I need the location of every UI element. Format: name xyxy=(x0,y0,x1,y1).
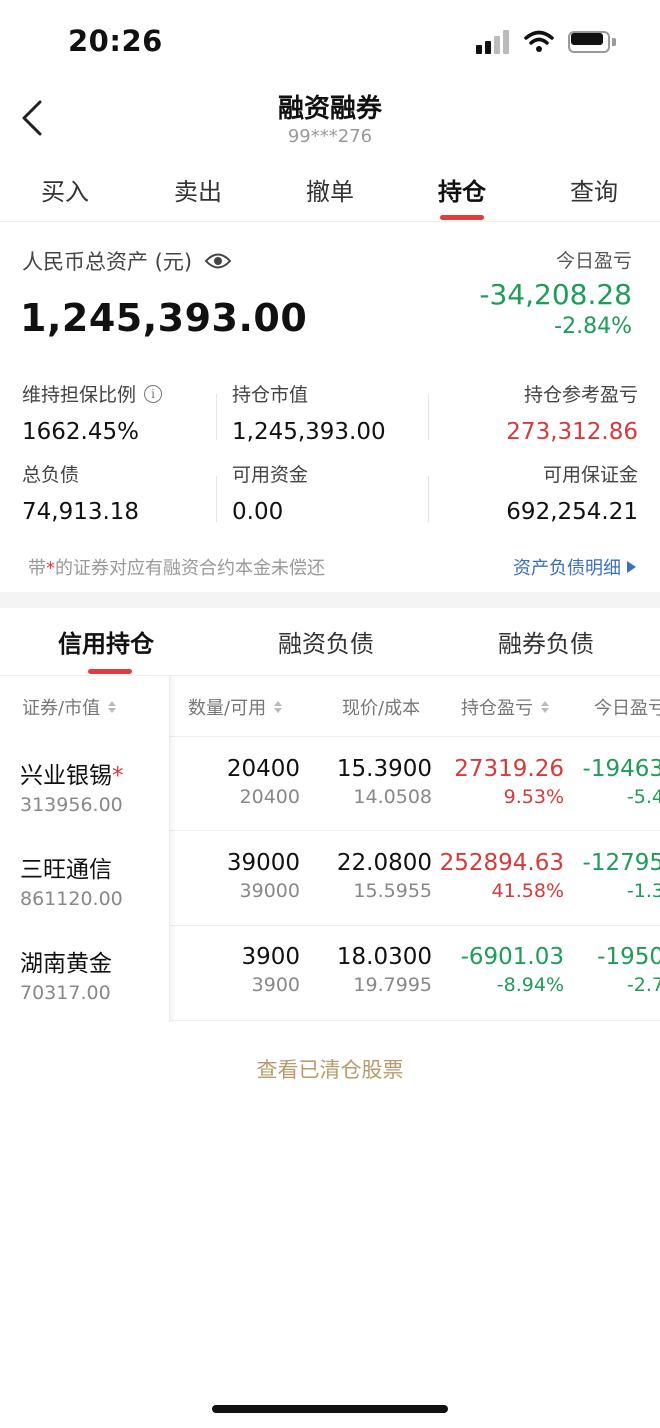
today-pnl-value: -34,208.28 xyxy=(479,278,632,311)
tab-positions[interactable]: 持仓 xyxy=(407,172,517,207)
metric-available-funds: 可用资金 0.00 xyxy=(232,460,308,525)
ref-pnl-label: 持仓参考盈亏 xyxy=(523,384,638,406)
header-quantity[interactable]: 数量/可用 xyxy=(188,694,283,720)
tab-query[interactable]: 查询 xyxy=(539,172,649,207)
divider xyxy=(428,394,429,440)
metric-available-margin: 可用保证金 692,254.21 xyxy=(506,460,638,525)
info-icon[interactable]: i xyxy=(144,384,163,403)
wifi-icon xyxy=(524,30,554,52)
tab-financing-liability[interactable]: 融资负债 xyxy=(278,624,374,659)
market-value-value: 1,245,393.00 xyxy=(232,419,386,445)
tab-credit-positions[interactable]: 信用持仓 xyxy=(58,624,154,659)
nav-bar: 融资融券 99***276 xyxy=(0,88,660,156)
sort-icon xyxy=(541,701,549,713)
total-liability-value: 74,913.18 xyxy=(22,499,140,525)
table-row[interactable]: 兴业银锡* 313956.00 xyxy=(20,756,124,816)
status-time: 20:26 xyxy=(68,24,163,58)
cell-position-pnl: 252894.63 41.58% xyxy=(439,850,564,902)
active-tab-indicator xyxy=(440,215,484,220)
today-pnl-label: 今日盈亏 xyxy=(555,250,632,272)
header-price: 现价/成本 xyxy=(342,698,421,719)
divider xyxy=(216,476,217,522)
home-indicator[interactable] xyxy=(212,1405,448,1413)
total-assets-label: 人民币总资产 (元) xyxy=(22,250,193,274)
available-funds-value: 0.00 xyxy=(232,499,284,525)
cell-today-pnl: -19463 -5.4 xyxy=(582,756,660,808)
triangle-right-icon xyxy=(627,561,636,573)
detail-link-label: 资产负债明细 xyxy=(513,558,621,579)
total-assets-value: 1,245,393.00 xyxy=(20,296,308,340)
cell-quantity: 39000 39000 xyxy=(226,850,300,902)
view-cleared-stocks-link[interactable]: 查看已清仓股票 xyxy=(0,1054,660,1084)
sticky-name-column: 证券/市值 兴业银锡* 313956.00 三旺通信 861120.00 湖南黄… xyxy=(0,676,170,1022)
ref-pnl-value: 273,312.86 xyxy=(506,419,638,445)
total-assets-label-wrap: 人民币总资产 (元) xyxy=(22,246,232,276)
status-icons xyxy=(476,30,616,54)
table-row[interactable]: 湖南黄金 70317.00 xyxy=(20,944,112,1004)
asset-summary: 人民币总资产 (元) 1,245,393.00 今日盈亏 -34,208.28 … xyxy=(0,222,660,592)
tab-securities-lending-liability[interactable]: 融券负债 xyxy=(498,624,594,659)
cell-price: 22.0800 15.5955 xyxy=(336,850,432,902)
active-tab-indicator xyxy=(88,669,132,674)
cell-price: 15.3900 14.0508 xyxy=(336,756,432,808)
metric-maintain-ratio: 维持担保比例 i 1662.45% xyxy=(22,380,163,445)
table-row[interactable]: 三旺通信 861120.00 xyxy=(20,850,123,910)
cell-today-pnl: -12795 -1.3 xyxy=(582,850,660,902)
cell-price: 18.0300 19.7995 xyxy=(336,944,432,996)
battery-icon xyxy=(568,30,616,54)
sort-icon xyxy=(108,701,117,713)
asset-liability-detail-link[interactable]: 资产负债明细 xyxy=(513,554,636,580)
signal-icon xyxy=(476,30,510,54)
positions-table: 证券/市值 兴业银锡* 313956.00 三旺通信 861120.00 湖南黄… xyxy=(0,676,660,1022)
maintain-ratio-label: 维持担保比例 xyxy=(22,384,137,406)
trade-tabs: 买入 卖出 撤单 持仓 查询 xyxy=(0,160,660,222)
available-margin-label: 可用保证金 xyxy=(542,464,638,486)
maintain-ratio-value: 1662.45% xyxy=(22,419,139,445)
metric-market-value: 持仓市值 1,245,393.00 xyxy=(232,380,386,445)
tab-buy[interactable]: 买入 xyxy=(10,172,120,207)
metric-ref-pnl: 持仓参考盈亏 273,312.86 xyxy=(506,380,638,445)
divider xyxy=(428,476,429,522)
cell-quantity: 20400 20400 xyxy=(226,756,300,808)
today-pnl-percent: -2.84% xyxy=(554,314,632,339)
available-funds-label: 可用资金 xyxy=(232,464,309,486)
cell-quantity: 3900 3900 xyxy=(241,944,300,996)
holdings-tabs: 信用持仓 融资负债 融券负债 xyxy=(0,608,660,676)
available-margin-value: 692,254.21 xyxy=(506,499,638,525)
cell-today-pnl: -1950 -2.7 xyxy=(597,944,660,996)
tab-cancel-order[interactable]: 撤单 xyxy=(275,172,385,207)
tab-sell[interactable]: 卖出 xyxy=(143,172,253,207)
market-value-label: 持仓市值 xyxy=(232,384,309,406)
sort-icon xyxy=(274,701,283,713)
cell-position-pnl: -6901.03 -8.94% xyxy=(460,944,564,996)
status-bar: 20:26 xyxy=(0,0,660,88)
financing-note: 带*的证券对应有融资合约本金未偿还 xyxy=(28,558,325,579)
header-today-pnl[interactable]: 今日盈亏 xyxy=(594,694,660,720)
total-liability-label: 总负债 xyxy=(22,464,80,486)
eye-icon[interactable] xyxy=(204,250,232,272)
header-position-pnl[interactable]: 持仓盈亏 xyxy=(461,694,549,720)
account-number: 99***276 xyxy=(287,126,373,147)
section-divider xyxy=(0,592,660,608)
metric-total-liability: 总负债 74,913.18 xyxy=(22,460,139,525)
divider xyxy=(216,394,217,440)
header-security[interactable]: 证券/市值 xyxy=(22,694,117,720)
page-title: 融资融券 xyxy=(277,94,382,124)
cell-position-pnl: 27319.26 9.53% xyxy=(454,756,564,808)
